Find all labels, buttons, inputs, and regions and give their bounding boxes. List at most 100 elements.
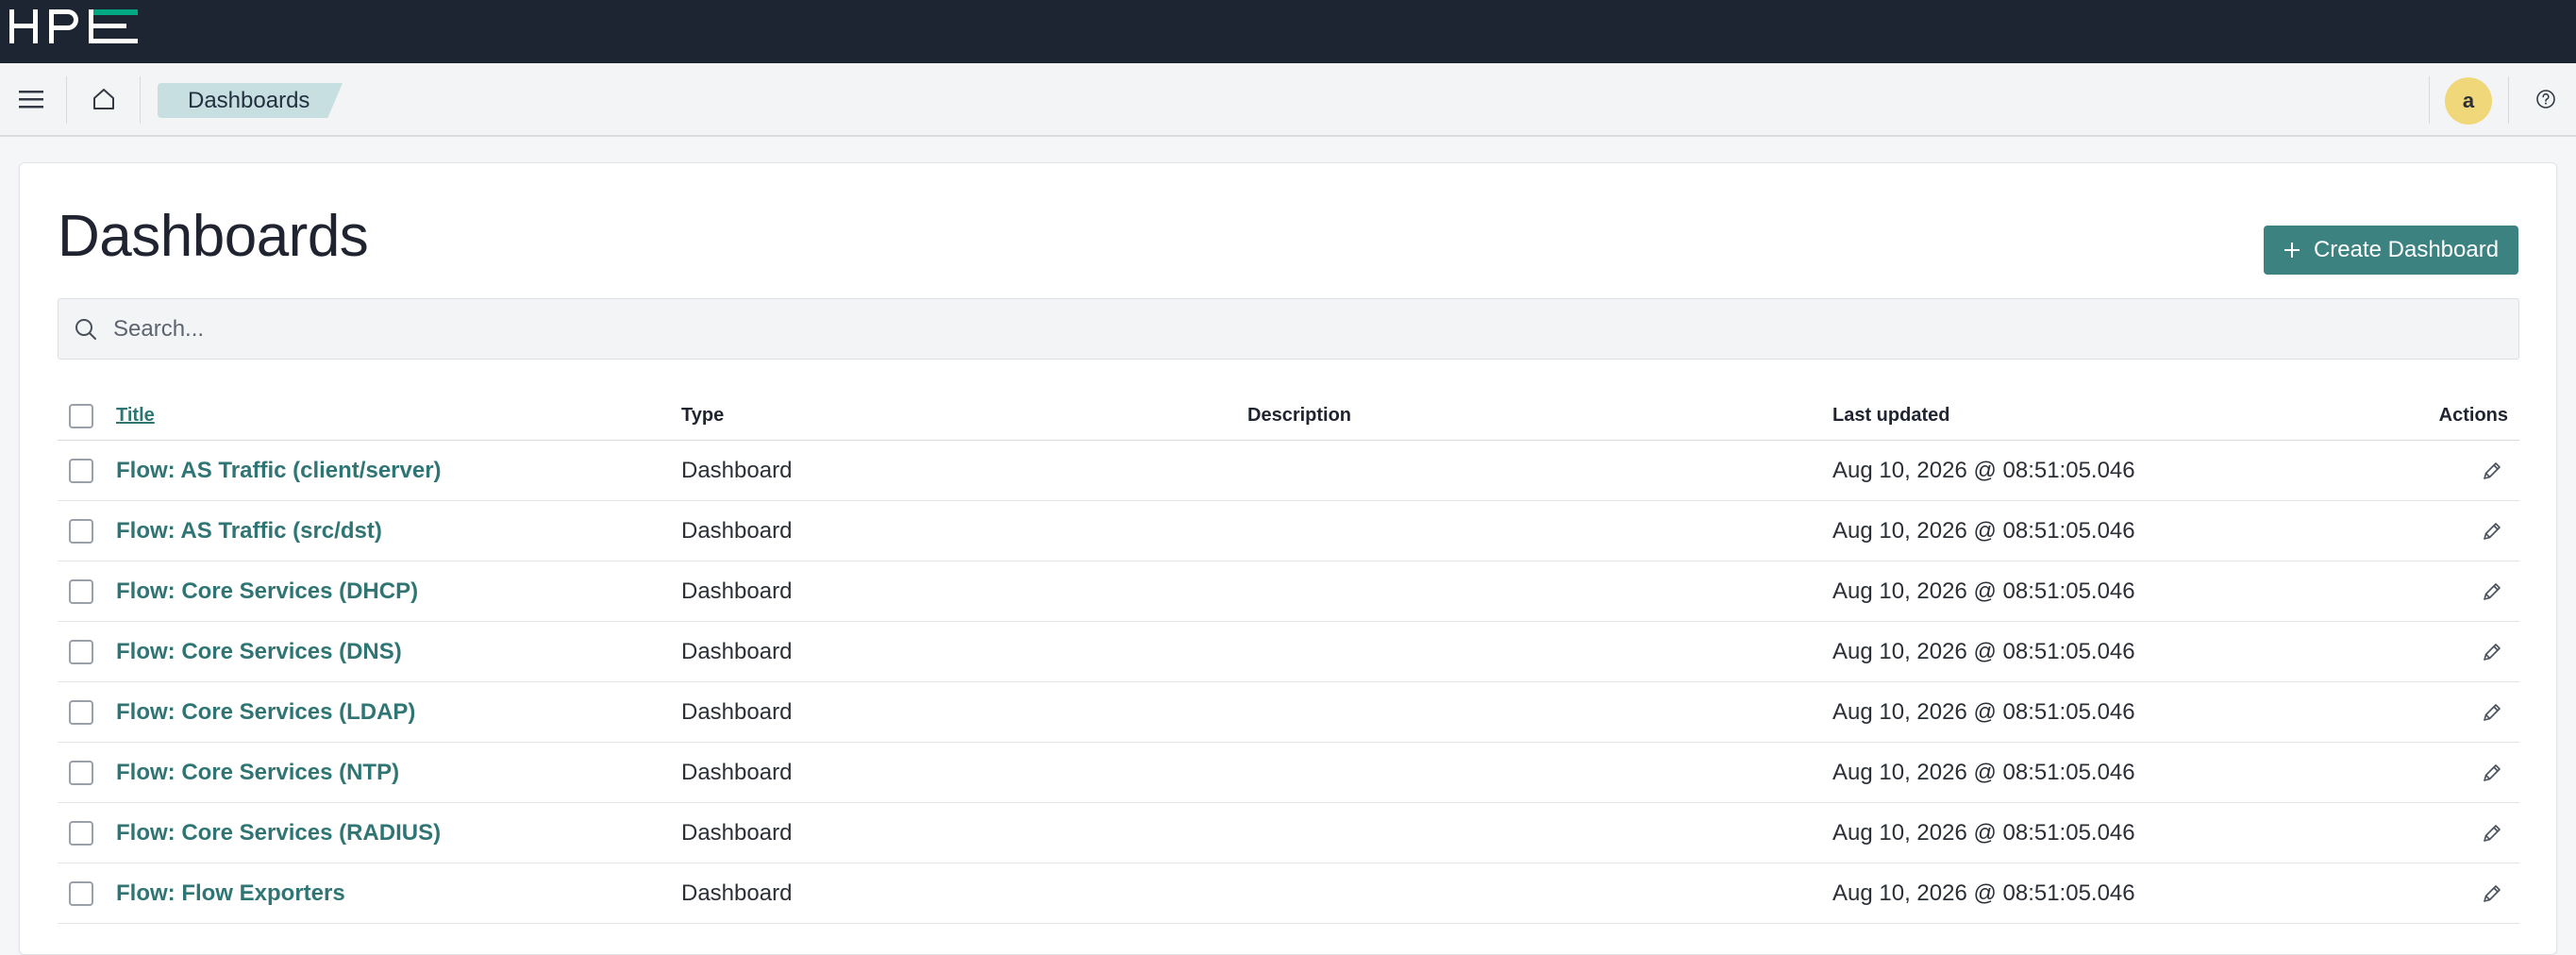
row-actions bbox=[2480, 863, 2508, 923]
table-row: Flow: AS Traffic (src/dst) Dashboard Aug… bbox=[58, 501, 2519, 561]
home-icon bbox=[93, 89, 114, 109]
row-checkbox[interactable] bbox=[69, 518, 93, 544]
row-select-cell bbox=[69, 682, 93, 742]
breadcrumb-dashboards[interactable]: Dashboards bbox=[158, 83, 343, 118]
search-input[interactable] bbox=[111, 314, 2376, 343]
row-type: Dashboard bbox=[681, 759, 793, 785]
row-actions bbox=[2480, 622, 2508, 681]
row-title-cell: Flow: Core Services (DHCP) bbox=[116, 561, 418, 621]
page-title: Dashboards bbox=[58, 204, 369, 269]
header-actions: Actions bbox=[2438, 405, 2508, 426]
row-type: Dashboard bbox=[681, 819, 793, 846]
row-type: Dashboard bbox=[681, 698, 793, 725]
row-last-updated: Aug 10, 2026 @ 08:51:05.046 bbox=[1832, 638, 2135, 664]
row-type: Dashboard bbox=[681, 457, 793, 483]
row-last-updated: Aug 10, 2026 @ 08:51:05.046 bbox=[1832, 698, 2135, 725]
menu-icon bbox=[19, 91, 43, 109]
pencil-icon[interactable] bbox=[2480, 821, 2504, 846]
nav-divider bbox=[66, 76, 67, 124]
search-bar[interactable] bbox=[58, 298, 2519, 360]
pencil-icon[interactable] bbox=[2480, 700, 2504, 725]
hpe-logo[interactable] bbox=[8, 6, 140, 47]
row-actions bbox=[2480, 803, 2508, 863]
row-actions bbox=[2480, 561, 2508, 621]
row-checkbox[interactable] bbox=[69, 578, 93, 604]
plus-icon bbox=[2283, 243, 2300, 258]
table-row: Flow: Core Services (DHCP) Dashboard Aug… bbox=[58, 561, 2519, 622]
nav-divider bbox=[2429, 76, 2430, 124]
header-description: Description bbox=[1247, 405, 1352, 426]
row-last-updated: Aug 10, 2026 @ 08:51:05.046 bbox=[1832, 880, 2135, 906]
row-title-cell: Flow: Core Services (RADIUS) bbox=[116, 803, 441, 863]
top-nav: Dashboards a bbox=[0, 63, 2576, 137]
row-checkbox[interactable] bbox=[69, 699, 93, 725]
row-type: Dashboard bbox=[681, 517, 793, 544]
nav-divider bbox=[2508, 76, 2509, 124]
row-last-updated: Aug 10, 2026 @ 08:51:05.046 bbox=[1832, 578, 2135, 604]
row-title-cell: Flow: Core Services (LDAP) bbox=[116, 682, 415, 742]
user-avatar[interactable]: a bbox=[2445, 77, 2492, 125]
pencil-icon[interactable] bbox=[2480, 881, 2504, 906]
header-type: Type bbox=[681, 405, 725, 426]
row-title-cell: Flow: Flow Exporters bbox=[116, 863, 345, 923]
row-last-updated: Aug 10, 2026 @ 08:51:05.046 bbox=[1832, 457, 2135, 483]
dashboard-title-link[interactable]: Flow: Core Services (NTP) bbox=[116, 760, 399, 786]
pencil-icon[interactable] bbox=[2480, 579, 2504, 604]
row-last-updated: Aug 10, 2026 @ 08:51:05.046 bbox=[1832, 819, 2135, 846]
row-select-cell bbox=[69, 863, 93, 923]
row-actions bbox=[2480, 682, 2508, 742]
row-title-cell: Flow: AS Traffic (client/server) bbox=[116, 441, 442, 500]
header-title[interactable]: Title bbox=[116, 392, 155, 440]
row-title-cell: Flow: Core Services (DNS) bbox=[116, 622, 402, 681]
table-row: Flow: AS Traffic (client/server) Dashboa… bbox=[58, 441, 2519, 501]
home-button[interactable] bbox=[68, 63, 140, 135]
sort-title-link[interactable]: Title bbox=[116, 405, 155, 427]
menu-button[interactable] bbox=[0, 63, 62, 135]
row-checkbox[interactable] bbox=[69, 880, 93, 906]
row-checkbox[interactable] bbox=[69, 458, 93, 483]
table-body: Flow: AS Traffic (client/server) Dashboa… bbox=[58, 441, 2519, 924]
row-title-cell: Flow: AS Traffic (src/dst) bbox=[116, 501, 382, 561]
search-icon bbox=[74, 317, 98, 342]
table-row: Flow: Core Services (DNS) Dashboard Aug … bbox=[58, 622, 2519, 682]
dashboard-title-link[interactable]: Flow: Core Services (DHCP) bbox=[116, 578, 418, 605]
row-checkbox[interactable] bbox=[69, 760, 93, 785]
row-title-cell: Flow: Core Services (NTP) bbox=[116, 743, 399, 802]
row-select-cell bbox=[69, 561, 93, 621]
pencil-icon[interactable] bbox=[2480, 761, 2504, 785]
help-icon bbox=[2536, 90, 2555, 109]
help-button[interactable] bbox=[2516, 63, 2576, 135]
table-row: Flow: Flow Exporters Dashboard Aug 10, 2… bbox=[58, 863, 2519, 924]
row-select-cell bbox=[69, 622, 93, 681]
row-last-updated: Aug 10, 2026 @ 08:51:05.046 bbox=[1832, 517, 2135, 544]
table-row: Flow: Core Services (LDAP) Dashboard Aug… bbox=[58, 682, 2519, 743]
row-type: Dashboard bbox=[681, 880, 793, 906]
row-actions bbox=[2480, 743, 2508, 802]
dashboard-title-link[interactable]: Flow: Core Services (DNS) bbox=[116, 639, 402, 665]
dashboard-title-link[interactable]: Flow: AS Traffic (src/dst) bbox=[116, 518, 382, 545]
create-dashboard-button[interactable]: Create Dashboard bbox=[2264, 226, 2518, 275]
table-row: Flow: Core Services (RADIUS) Dashboard A… bbox=[58, 803, 2519, 863]
dashboards-panel: Dashboards Create Dashboard Title Type D… bbox=[19, 162, 2557, 955]
nav-divider bbox=[140, 76, 141, 124]
row-checkbox[interactable] bbox=[69, 639, 93, 664]
select-all-cell bbox=[69, 392, 93, 440]
dashboard-title-link[interactable]: Flow: Flow Exporters bbox=[116, 880, 345, 907]
table-header: Title Type Description Last updated Acti… bbox=[58, 392, 2519, 441]
row-actions bbox=[2480, 501, 2508, 561]
pencil-icon[interactable] bbox=[2480, 519, 2504, 544]
brand-bar bbox=[0, 0, 2576, 63]
dashboard-title-link[interactable]: Flow: Core Services (LDAP) bbox=[116, 699, 415, 726]
row-last-updated: Aug 10, 2026 @ 08:51:05.046 bbox=[1832, 759, 2135, 785]
dashboard-title-link[interactable]: Flow: Core Services (RADIUS) bbox=[116, 820, 441, 846]
row-actions bbox=[2480, 441, 2508, 500]
table-row: Flow: Core Services (NTP) Dashboard Aug … bbox=[58, 743, 2519, 803]
dashboard-title-link[interactable]: Flow: AS Traffic (client/server) bbox=[116, 458, 442, 484]
pencil-icon[interactable] bbox=[2480, 640, 2504, 664]
row-select-cell bbox=[69, 743, 93, 802]
create-dashboard-label: Create Dashboard bbox=[2313, 237, 2500, 262]
row-type: Dashboard bbox=[681, 638, 793, 664]
select-all-checkbox[interactable] bbox=[69, 403, 93, 428]
pencil-icon[interactable] bbox=[2480, 459, 2504, 483]
row-checkbox[interactable] bbox=[69, 820, 93, 846]
